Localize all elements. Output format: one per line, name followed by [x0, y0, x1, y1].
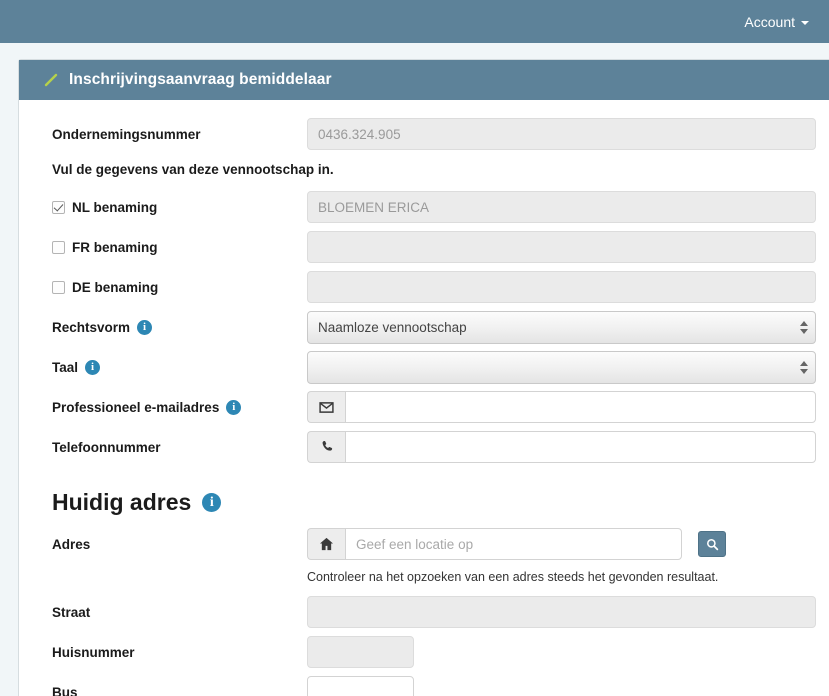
- label-address: Adres: [52, 536, 91, 552]
- field-de-name: [307, 271, 821, 303]
- registration-panel: Inschrijvingsaanvraag bemiddelaar Ondern…: [18, 59, 829, 696]
- note-spacer: [35, 564, 307, 592]
- language-select[interactable]: [307, 350, 816, 384]
- label-email-text: Professioneel e-mailadres: [52, 399, 220, 415]
- row-address-note: Controleer na het opzoeken van een adres…: [35, 564, 821, 592]
- info-icon-language[interactable]: i: [85, 359, 101, 375]
- label-fr-name: FR benaming: [35, 240, 307, 255]
- label-de-name: DE benaming: [35, 280, 307, 295]
- chevron-down-icon: [801, 20, 809, 25]
- address-search-input[interactable]: [345, 528, 682, 560]
- field-box: [307, 676, 821, 696]
- row-legal-form: Rechtsvorm i Naamloze vennootschap: [35, 307, 821, 347]
- row-box: Bus: [35, 672, 821, 696]
- phone-input-group: [307, 431, 816, 463]
- section-title-text: Huidig adres: [52, 489, 192, 515]
- language-select-wrapper: [307, 350, 816, 384]
- section-title-current-address: Huidig adres i: [35, 489, 821, 516]
- field-language: [307, 350, 821, 384]
- app-root: Account Inschrijvingsaanvraag bemiddelaa…: [0, 0, 829, 696]
- row-de-name: DE benaming: [35, 267, 821, 307]
- row-language: Taal i: [35, 347, 821, 387]
- company-number-input[interactable]: [307, 118, 816, 150]
- instruction-text: Vul de gegevens van deze vennootschap in…: [52, 162, 334, 177]
- email-input-group: [307, 391, 816, 423]
- fr-name-input[interactable]: [307, 231, 816, 263]
- address-input-group: [307, 528, 682, 560]
- row-email: Professioneel e-mailadres i: [35, 387, 821, 427]
- email-input[interactable]: [345, 391, 816, 423]
- panel-body: Ondernemingsnummer Vul de gegevens van d…: [19, 100, 829, 696]
- info-icon-email[interactable]: i: [226, 399, 242, 415]
- pencil-icon: [43, 72, 59, 88]
- box-input[interactable]: [307, 676, 414, 696]
- label-nl-name-text: NL benaming: [72, 199, 158, 215]
- label-legal-form: Rechtsvorm i: [35, 319, 307, 335]
- info-icon-legal-form[interactable]: i: [137, 319, 153, 335]
- row-address: Adres: [35, 524, 821, 564]
- legal-form-select[interactable]: Naamloze vennootschap: [307, 310, 816, 344]
- top-navbar: Account: [0, 0, 829, 43]
- label-phone: Telefoonnummer: [35, 440, 307, 455]
- row-house-number: Huisnummer: [35, 632, 821, 672]
- nl-name-input[interactable]: [307, 191, 816, 223]
- field-fr-name: [307, 231, 821, 263]
- account-menu[interactable]: Account: [744, 14, 829, 30]
- row-phone: Telefoonnummer: [35, 427, 821, 467]
- label-company-number: Ondernemingsnummer: [52, 126, 201, 142]
- page-title: Inschrijvingsaanvraag bemiddelaar: [69, 71, 332, 88]
- address-search-button[interactable]: [698, 531, 726, 557]
- row-company-number: Ondernemingsnummer: [35, 114, 821, 154]
- info-icon-current-address[interactable]: i: [202, 493, 222, 512]
- house-number-input[interactable]: [307, 636, 414, 668]
- label-de-name-text: DE benaming: [72, 279, 159, 295]
- label-house-number: Huisnummer: [52, 644, 135, 660]
- phone-input[interactable]: [345, 431, 816, 463]
- address-note-text: Controleer na het opzoeken van een adres…: [307, 570, 719, 584]
- row-street: Straat: [35, 592, 821, 632]
- checkbox-nl-name[interactable]: [52, 200, 65, 214]
- field-phone: [307, 431, 821, 463]
- label-phone-text: Telefoonnummer: [52, 439, 161, 455]
- page-body: Inschrijvingsaanvraag bemiddelaar Ondern…: [0, 43, 829, 696]
- label-legal-form-text: Rechtsvorm: [52, 319, 131, 335]
- row-fr-name: FR benaming: [35, 227, 821, 267]
- checkbox-fr-name[interactable]: [52, 240, 65, 254]
- checkbox-de-name[interactable]: [52, 280, 65, 294]
- envelope-icon: [307, 391, 345, 423]
- legal-form-select-wrapper: Naamloze vennootschap: [307, 310, 816, 344]
- phone-icon: [307, 431, 345, 463]
- field-street: [307, 596, 821, 628]
- search-icon: [706, 538, 718, 550]
- label-box: Bus: [52, 684, 78, 696]
- label-language: Taal i: [35, 359, 307, 375]
- field-legal-form: Naamloze vennootschap: [307, 310, 821, 344]
- label-street: Straat: [52, 604, 91, 620]
- label-language-text: Taal: [52, 359, 79, 375]
- label-fr-name-text: FR benaming: [72, 239, 158, 255]
- street-input[interactable]: [307, 596, 816, 628]
- label-email: Professioneel e-mailadres i: [35, 399, 307, 415]
- field-nl-name: [307, 191, 821, 223]
- home-icon: [307, 528, 345, 560]
- field-company-number: [307, 118, 821, 150]
- field-email: [307, 391, 821, 423]
- account-menu-label: Account: [744, 13, 795, 30]
- row-nl-name: NL benaming: [35, 187, 821, 227]
- panel-header: Inschrijvingsaanvraag bemiddelaar: [19, 60, 829, 100]
- field-address: [307, 528, 821, 560]
- field-house-number: [307, 636, 821, 668]
- de-name-input[interactable]: [307, 271, 816, 303]
- label-nl-name: NL benaming: [35, 200, 307, 215]
